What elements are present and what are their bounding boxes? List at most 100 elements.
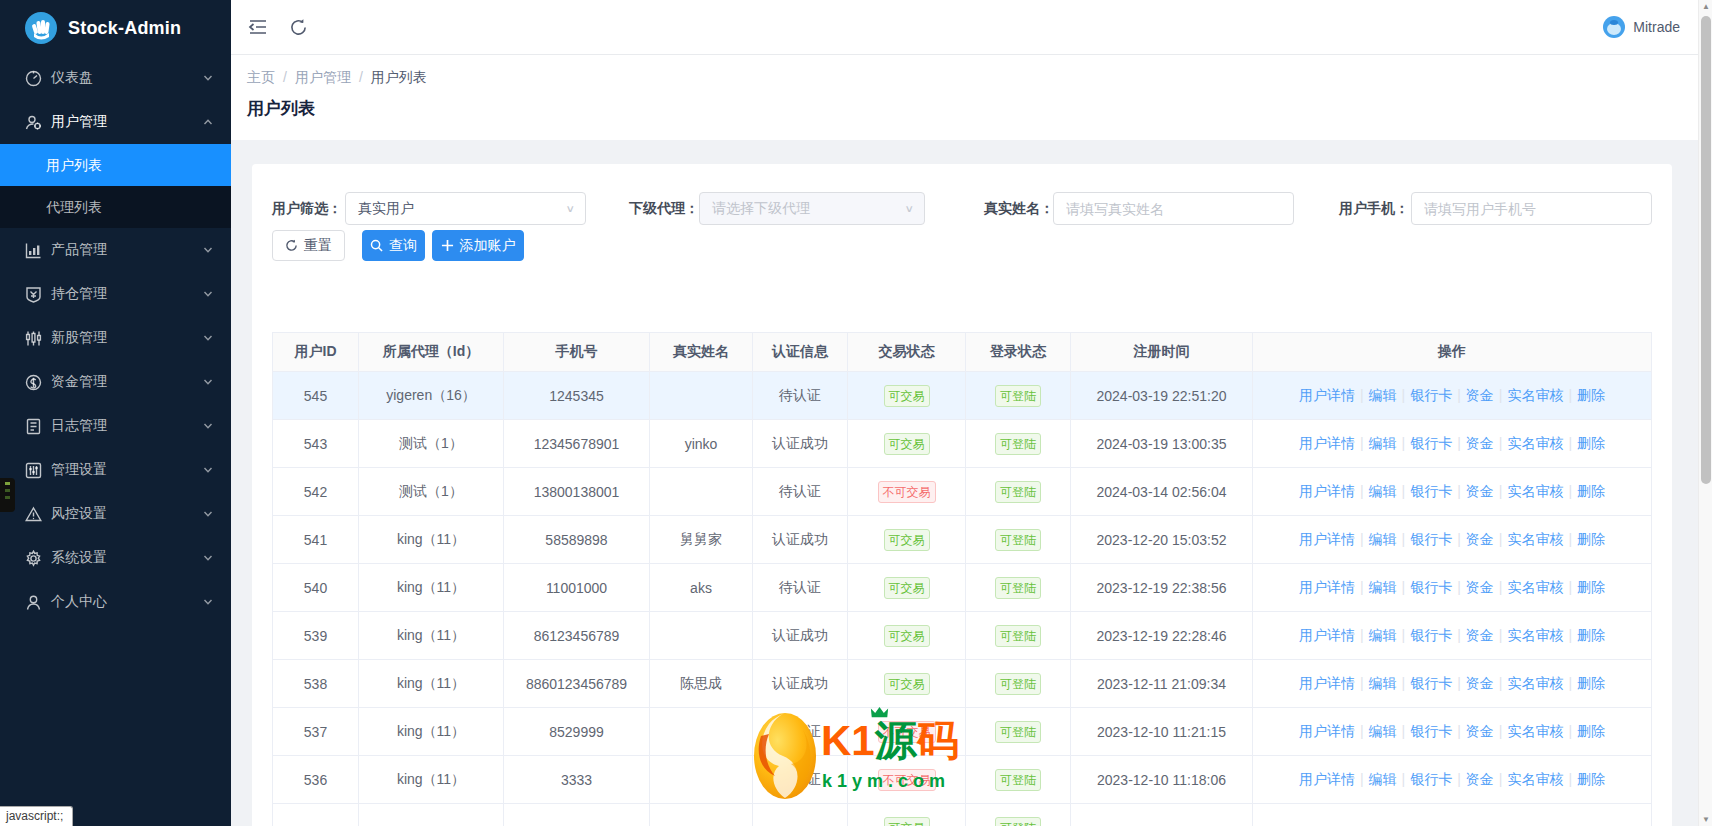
app-logo[interactable]: Stock-Admin (0, 0, 231, 56)
action-5[interactable]: 删除 (1577, 579, 1605, 595)
action-2[interactable]: 银行卡 (1410, 627, 1452, 643)
action-4[interactable]: 实名审核 (1507, 531, 1563, 547)
action-0[interactable]: 用户详情 (1299, 435, 1355, 451)
action-4[interactable]: 实名审核 (1507, 579, 1563, 595)
action-4[interactable]: 实名审核 (1507, 435, 1563, 451)
breadcrumb-user-manage[interactable]: 用户管理 (295, 69, 351, 85)
username[interactable]: Mitrade (1633, 19, 1680, 35)
action-1[interactable]: 编辑 (1369, 483, 1397, 499)
cell-agent: king（11） (359, 564, 504, 612)
action-1[interactable]: 编辑 (1369, 771, 1397, 787)
collapse-sidebar-icon[interactable] (247, 16, 269, 38)
cell-phone: 8529999 (504, 708, 650, 756)
action-5[interactable]: 删除 (1577, 483, 1605, 499)
action-3[interactable]: 资金 (1466, 579, 1494, 595)
action-5[interactable]: 删除 (1577, 531, 1605, 547)
sidebar-item-10[interactable]: 个人中心 (0, 580, 231, 624)
action-1[interactable]: 编辑 (1369, 435, 1397, 451)
cell-phone: 8860123456789 (504, 660, 650, 708)
action-5[interactable]: 删除 (1577, 771, 1605, 787)
phone-input[interactable] (1424, 201, 1639, 217)
scrollbar-thumb[interactable] (1701, 16, 1711, 484)
action-5[interactable]: 删除 (1577, 435, 1605, 451)
action-2[interactable]: 银行卡 (1410, 531, 1452, 547)
action-3[interactable]: 资金 (1466, 627, 1494, 643)
breadcrumb-home[interactable]: 主页 (247, 69, 275, 85)
action-0[interactable]: 用户详情 (1299, 627, 1355, 643)
action-5[interactable]: 删除 (1577, 627, 1605, 643)
action-3[interactable]: 资金 (1466, 531, 1494, 547)
action-1[interactable]: 编辑 (1369, 531, 1397, 547)
scrollbar[interactable]: ▲ ▼ (1698, 0, 1712, 826)
action-4[interactable]: 实名审核 (1507, 771, 1563, 787)
action-1[interactable]: 编辑 (1369, 723, 1397, 739)
sidebar-item-5[interactable]: 资金管理 (0, 360, 231, 404)
scroll-up-icon[interactable]: ▲ (1699, 2, 1712, 11)
action-4[interactable]: 实名审核 (1507, 387, 1563, 403)
sidebar-item-1[interactable]: 用户管理 (0, 100, 231, 144)
sidebar-item-6[interactable]: 日志管理 (0, 404, 231, 448)
action-0[interactable]: 用户详情 (1299, 387, 1355, 403)
sidebar-item-4[interactable]: 新股管理 (0, 316, 231, 360)
breadcrumb-user-list: 用户列表 (371, 69, 427, 85)
action-4[interactable]: 实名审核 (1507, 483, 1563, 499)
action-3[interactable]: 资金 (1466, 483, 1494, 499)
action-3[interactable]: 资金 (1466, 387, 1494, 403)
action-3[interactable]: 资金 (1466, 723, 1494, 739)
action-4[interactable]: 实名审核 (1507, 675, 1563, 691)
browser-extension-widget[interactable] (0, 478, 15, 512)
action-3[interactable]: 资金 (1466, 435, 1494, 451)
action-3[interactable]: 资金 (1466, 771, 1494, 787)
submenu-item-1[interactable]: 代理列表 (0, 186, 231, 228)
action-0[interactable]: 用户详情 (1299, 675, 1355, 691)
add-account-button[interactable]: 添加账户 (432, 230, 524, 261)
action-2[interactable]: 银行卡 (1410, 675, 1452, 691)
action-0[interactable]: 用户详情 (1299, 531, 1355, 547)
action-2[interactable]: 银行卡 (1410, 579, 1452, 595)
action-5[interactable]: 删除 (1577, 675, 1605, 691)
action-1[interactable]: 编辑 (1369, 627, 1397, 643)
sidebar-item-0[interactable]: 仪表盘 (0, 56, 231, 100)
action-3[interactable]: 资金 (1466, 675, 1494, 691)
sidebar-item-9[interactable]: 系统设置 (0, 536, 231, 580)
refresh-icon[interactable] (287, 16, 309, 38)
agent-select[interactable]: 请选择下级代理 ∨ (699, 192, 925, 225)
reset-button[interactable]: 重置 (272, 230, 345, 261)
action-1[interactable]: 编辑 (1369, 675, 1397, 691)
action-2[interactable]: 银行卡 (1410, 771, 1452, 787)
sidebar-item-8[interactable]: 风控设置 (0, 492, 231, 536)
app-logo-icon (24, 11, 58, 45)
action-2[interactable]: 银行卡 (1410, 723, 1452, 739)
user-filter-select[interactable]: 真实用户 ∨ (345, 192, 586, 225)
action-0[interactable]: 用户详情 (1299, 771, 1355, 787)
action-2[interactable]: 银行卡 (1410, 435, 1452, 451)
user-avatar[interactable] (1603, 16, 1625, 38)
cell-auth: 认证成功 (753, 516, 848, 564)
sidebar-item-3[interactable]: 持仓管理 (0, 272, 231, 316)
action-4[interactable]: 实名审核 (1507, 723, 1563, 739)
table-row-partial: 可交易 可登陆 (273, 804, 1652, 826)
action-1[interactable]: 编辑 (1369, 387, 1397, 403)
sidebar-item-7[interactable]: 管理设置 (0, 448, 231, 492)
ipo-icon (25, 330, 42, 347)
real-name-input[interactable] (1066, 201, 1281, 217)
cell-login-status: 可登陆 (966, 516, 1071, 564)
cell-agent: king（11） (359, 660, 504, 708)
action-0[interactable]: 用户详情 (1299, 579, 1355, 595)
search-button[interactable]: 查询 (362, 230, 425, 261)
action-0[interactable]: 用户详情 (1299, 723, 1355, 739)
status-badge: 可登陆 (995, 673, 1041, 695)
scroll-down-icon[interactable]: ▼ (1699, 815, 1712, 824)
status-badge: 可交易 (884, 385, 930, 407)
action-5[interactable]: 删除 (1577, 723, 1605, 739)
status-badge: 可交易 (884, 529, 930, 551)
action-1[interactable]: 编辑 (1369, 579, 1397, 595)
action-2[interactable]: 银行卡 (1410, 387, 1452, 403)
action-0[interactable]: 用户详情 (1299, 483, 1355, 499)
submenu-item-0[interactable]: 用户列表 (0, 144, 231, 186)
sidebar-item-2[interactable]: 产品管理 (0, 228, 231, 272)
action-2[interactable]: 银行卡 (1410, 483, 1452, 499)
action-4[interactable]: 实名审核 (1507, 627, 1563, 643)
action-5[interactable]: 删除 (1577, 387, 1605, 403)
breadcrumb: 主页/用户管理/用户列表 (247, 69, 1712, 87)
